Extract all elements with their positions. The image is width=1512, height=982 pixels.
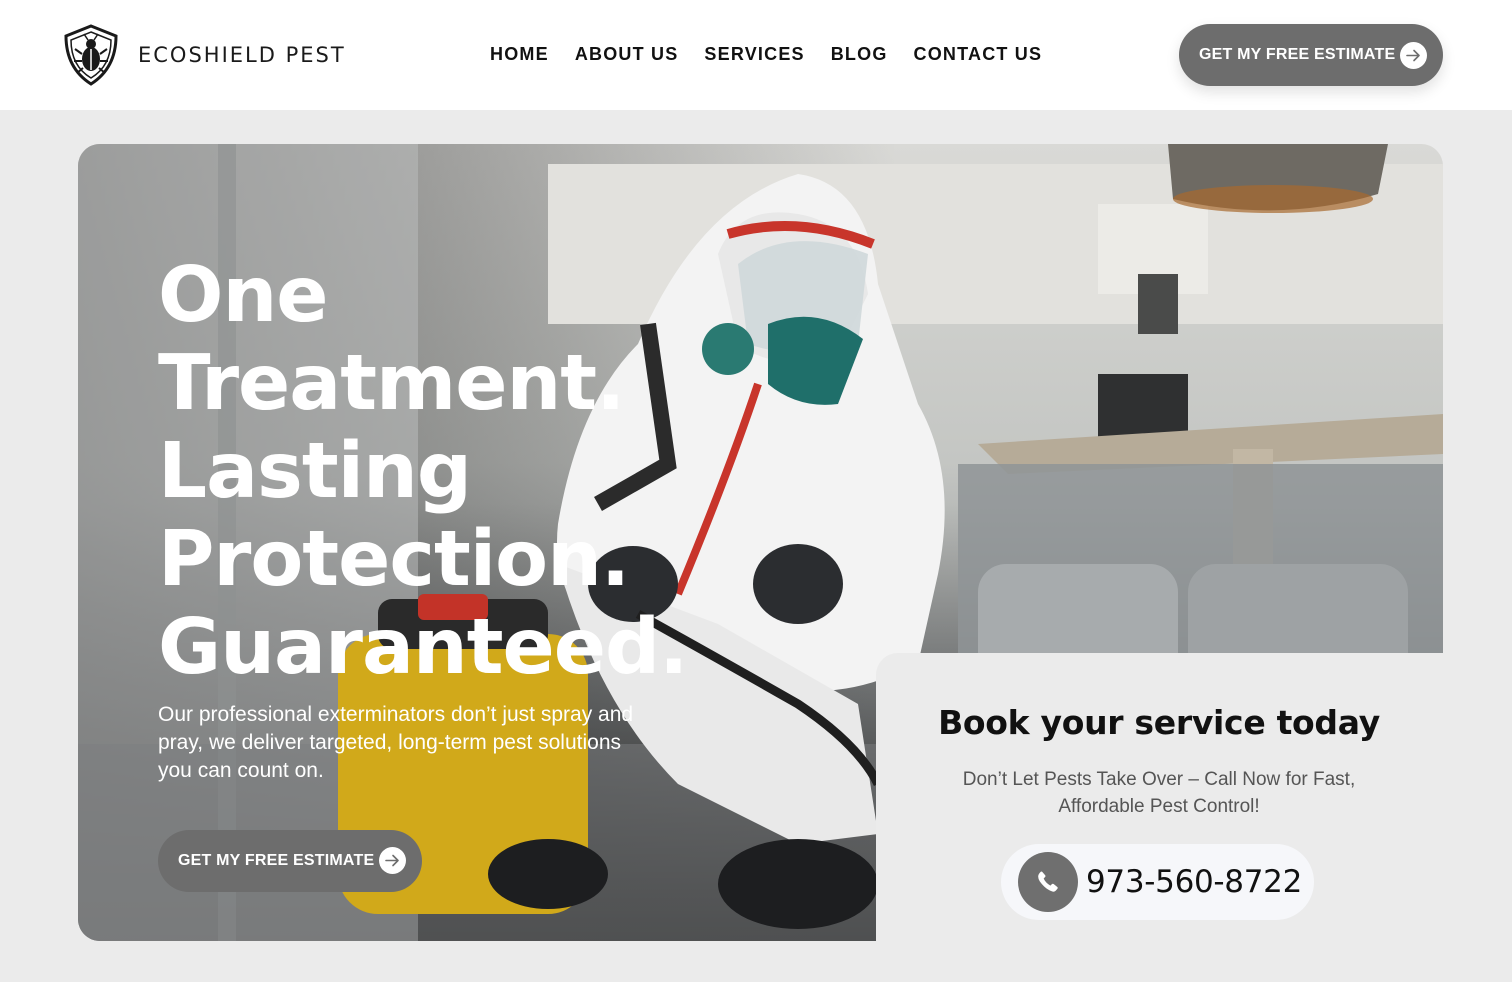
hero-estimate-label: GET MY FREE ESTIMATE xyxy=(178,852,375,869)
brand-name: ECOSHIELD PEST xyxy=(138,43,346,67)
main-nav: HOME ABOUT US SERVICES BLOG CONTACT US xyxy=(490,44,1042,65)
phone-icon xyxy=(1018,852,1078,912)
hero-headline-line: Treatment. xyxy=(158,339,625,428)
arrow-right-icon xyxy=(1400,42,1427,69)
nav-item-blog[interactable]: BLOG xyxy=(831,44,888,65)
header-estimate-button[interactable]: GET MY FREE ESTIMATE xyxy=(1179,24,1443,86)
hero-headline-line: Lasting xyxy=(158,427,472,516)
nav-item-contact-us[interactable]: CONTACT US xyxy=(914,44,1043,65)
hero-headline: One Treatment. Lasting Protection. Guara… xyxy=(158,251,688,692)
site-header: ECOSHIELD PEST HOME ABOUT US SERVICES BL… xyxy=(0,0,1512,110)
shield-bug-icon xyxy=(64,24,118,86)
hero-headline-line: Guaranteed. xyxy=(158,603,688,692)
nav-item-services[interactable]: SERVICES xyxy=(704,44,804,65)
hero-headline-line: One xyxy=(158,251,329,340)
phone-number: 973-560-8722 xyxy=(1086,864,1303,900)
brand-logo[interactable]: ECOSHIELD PEST xyxy=(62,24,346,86)
hero-estimate-button[interactable]: GET MY FREE ESTIMATE xyxy=(158,830,422,892)
call-phone-button[interactable]: 973-560-8722 xyxy=(1001,844,1314,920)
nav-item-home[interactable]: HOME xyxy=(490,44,549,65)
booking-title: Book your service today xyxy=(938,703,1380,742)
header-estimate-label: GET MY FREE ESTIMATE xyxy=(1199,46,1396,63)
hero-headline-line: Protection. xyxy=(158,515,630,604)
nav-item-about-us[interactable]: ABOUT US xyxy=(575,44,679,65)
hero-subtitle: Our professional exterminators don’t jus… xyxy=(158,703,634,782)
booking-subtitle: Don’t Let Pests Take Over – Call Now for… xyxy=(962,769,1356,817)
arrow-right-icon xyxy=(379,847,406,874)
booking-card: Book your service today Don’t Let Pests … xyxy=(876,653,1512,941)
